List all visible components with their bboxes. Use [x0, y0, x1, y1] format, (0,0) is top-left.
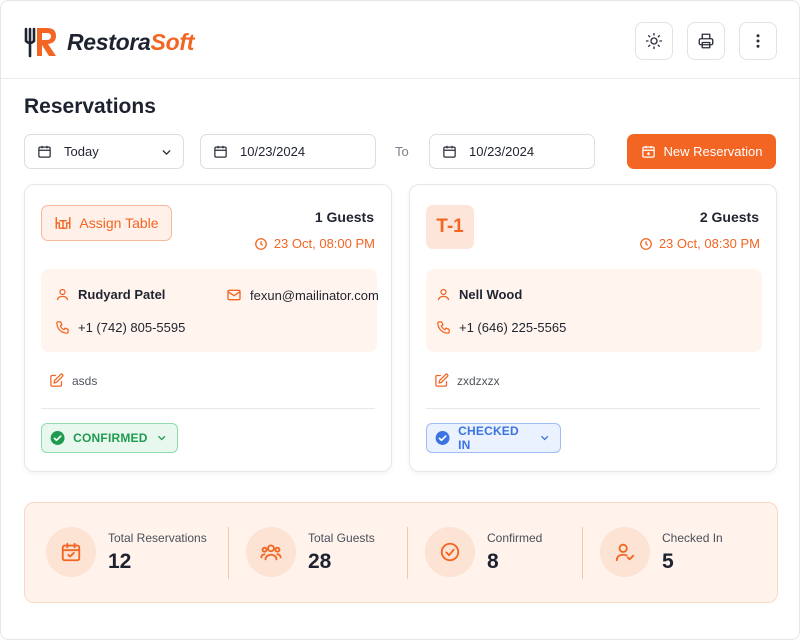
logo-text: RestoraSoft — [67, 29, 194, 56]
guest-email-row[interactable]: fexun@mailinator.com — [226, 287, 379, 303]
guest-name-row: Nell Wood — [436, 287, 522, 302]
status-label: CHECKED IN — [458, 424, 519, 452]
user-icon — [56, 288, 69, 301]
date-range-select[interactable]: Today — [24, 134, 184, 169]
to-date-input[interactable]: 10/23/2024 — [429, 134, 595, 169]
stat-value: 12 — [108, 549, 132, 573]
guest-name: Nell Wood — [459, 287, 523, 302]
reservation-time: 23 Oct, 08:00 PM — [254, 236, 375, 251]
stat-label: Confirmed — [487, 530, 543, 545]
stat-divider — [582, 527, 583, 579]
chevron-down-icon — [540, 435, 548, 441]
chevron-down-icon — [162, 150, 171, 156]
users-icon — [246, 527, 296, 577]
guest-email: fexun@mailinator.com — [250, 287, 379, 303]
guest-contact-box: Rudyard Patel fexun@mailinator.com +1 (7… — [41, 269, 379, 352]
app-window: RestoraSoft Reservations Today 10/23/202… — [0, 0, 800, 640]
assign-table-label: Assign Table — [79, 215, 159, 231]
reservation-card: T-1 2 Guests 23 Oct, 08:30 PM Nell Wood … — [409, 184, 777, 472]
guest-phone-row[interactable]: +1 (742) 805-5595 — [55, 320, 185, 335]
guest-count: 2 Guests — [699, 209, 759, 225]
new-reservation-label: New Reservation — [663, 144, 763, 159]
date-range-value: Today — [64, 144, 99, 159]
status-dropdown[interactable]: CONFIRMED — [41, 423, 178, 453]
more-options-button[interactable] — [739, 22, 777, 60]
stat-total-guests: Total Guests 28 — [246, 527, 375, 577]
user-icon — [437, 288, 450, 301]
guest-count: 1 Guests — [314, 209, 374, 225]
check-circle-icon — [435, 431, 450, 445]
stat-divider — [407, 527, 408, 579]
status-dropdown[interactable]: CHECKED IN — [426, 423, 561, 453]
stats-panel: Total Reservations 12 Total Guests 28 Co… — [24, 502, 778, 603]
page-title: Reservations — [24, 95, 156, 118]
stat-confirmed: Confirmed 8 — [425, 527, 542, 577]
clock-icon — [254, 237, 267, 250]
more-vertical-icon — [756, 34, 760, 48]
phone-icon — [56, 321, 69, 334]
guest-phone: +1 (646) 225-5565 — [459, 320, 567, 335]
stat-label: Total Reservations — [108, 530, 207, 545]
guest-phone-row[interactable]: +1 (646) 225-5565 — [436, 320, 566, 335]
card-divider — [41, 408, 375, 409]
reservation-card: Assign Table 1 Guests 23 Oct, 08:00 PM R… — [24, 184, 392, 472]
check-circle-icon — [425, 527, 475, 577]
status-label: CONFIRMED — [73, 431, 148, 445]
mail-icon — [227, 289, 241, 301]
clock-icon — [639, 237, 652, 250]
stat-value: 8 — [487, 549, 499, 573]
reservation-note[interactable]: asds — [49, 373, 97, 388]
assign-table-button[interactable]: Assign Table — [41, 205, 172, 241]
chevron-down-icon — [157, 435, 165, 441]
edit-note-icon — [50, 373, 64, 387]
to-label: To — [395, 144, 409, 159]
from-date-input[interactable]: 10/23/2024 — [200, 134, 376, 169]
calendar-plus-icon — [641, 145, 655, 158]
logo-text-part2: Soft — [150, 28, 195, 55]
calendar-icon — [38, 145, 51, 158]
logo-mark-icon — [24, 27, 56, 58]
stat-value: 28 — [308, 549, 332, 573]
stat-total-reservations: Total Reservations 12 — [46, 527, 207, 577]
check-circle-icon — [50, 431, 65, 445]
guest-name-row: Rudyard Patel — [55, 287, 165, 302]
reservation-note-text: asds — [72, 373, 98, 388]
reservation-note-text: zxdzxzx — [457, 373, 500, 388]
phone-icon — [437, 321, 450, 334]
guest-name: Rudyard Patel — [78, 287, 166, 302]
table-badge: T-1 — [426, 205, 474, 249]
dining-table-icon — [55, 217, 71, 229]
sun-icon — [645, 32, 663, 50]
reservation-note[interactable]: zxdzxzx — [434, 373, 500, 388]
calendar-icon — [443, 145, 456, 158]
guest-phone: +1 (742) 805-5595 — [78, 320, 186, 335]
new-reservation-button[interactable]: New Reservation — [627, 134, 776, 169]
theme-toggle-button[interactable] — [635, 22, 673, 60]
stat-divider — [228, 527, 229, 579]
logo[interactable]: RestoraSoft — [23, 25, 194, 59]
reservation-time: 23 Oct, 08:30 PM — [639, 236, 760, 251]
printer-icon — [698, 33, 714, 49]
from-date-value: 10/23/2024 — [240, 144, 306, 159]
to-date-value: 10/23/2024 — [469, 144, 535, 159]
print-button[interactable] — [687, 22, 725, 60]
stat-label: Checked In — [662, 530, 723, 545]
edit-note-icon — [435, 373, 449, 387]
logo-text-part1: Restora — [67, 28, 151, 55]
guest-contact-box: Nell Wood +1 (646) 225-5565 — [426, 269, 762, 352]
card-divider — [426, 408, 760, 409]
stat-checked-in: Checked In 5 — [600, 527, 723, 577]
calendar-icon — [214, 145, 227, 158]
stat-label: Total Guests — [308, 530, 375, 545]
top-bar: RestoraSoft — [1, 1, 799, 79]
calendar-check-icon — [46, 527, 96, 577]
reservation-time-text: 23 Oct, 08:30 PM — [658, 236, 760, 251]
user-check-icon — [600, 527, 650, 577]
reservation-time-text: 23 Oct, 08:00 PM — [273, 236, 375, 251]
stat-value: 5 — [662, 549, 674, 573]
